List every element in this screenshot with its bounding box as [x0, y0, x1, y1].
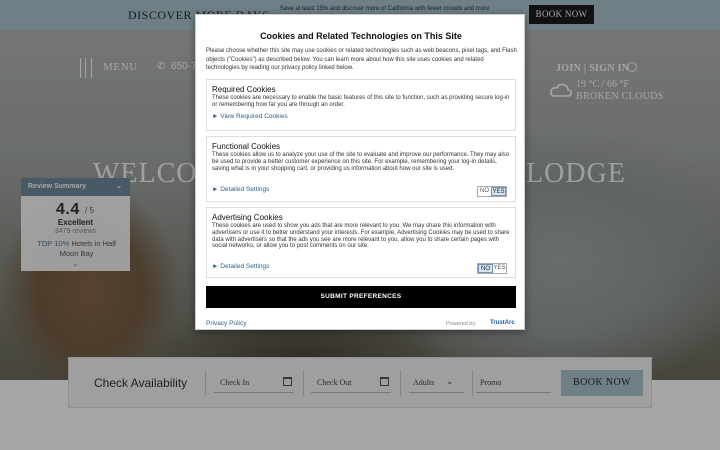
powered-by-label: Powered by:: [446, 321, 477, 327]
functional-cookies-toggle[interactable]: NO YES: [477, 186, 507, 197]
panel-title: Advertising Cookies: [212, 213, 283, 222]
advertising-cookies-panel: Advertising Cookies These cookies are us…: [206, 207, 516, 278]
panel-title: Functional Cookies: [212, 142, 281, 151]
panel-description: These cookies are necessary to enable th…: [212, 95, 510, 108]
toggle-no[interactable]: NO: [478, 187, 491, 196]
cookie-dialog: Cookies and Related Technologies on This…: [195, 14, 525, 330]
advertising-detailed-settings-link[interactable]: ► Detailed Settings: [212, 263, 269, 270]
advertising-cookies-toggle[interactable]: NO YES: [477, 263, 507, 274]
submit-preferences-button[interactable]: SUBMIT PREFERENCES: [206, 286, 516, 308]
functional-detailed-settings-link[interactable]: ► Detailed Settings: [212, 186, 269, 193]
panel-description: These cookies allow us to analyze your u…: [212, 152, 510, 172]
panel-title: Required Cookies: [212, 85, 276, 94]
required-cookies-panel: Required Cookies These cookies are neces…: [206, 79, 516, 131]
toggle-yes[interactable]: YES: [493, 264, 506, 273]
dialog-title: Cookies and Related Technologies on This…: [260, 31, 462, 41]
trustarc-logo[interactable]: TrustArc: [490, 320, 515, 326]
toggle-no[interactable]: NO: [478, 264, 493, 273]
panel-description: These cookies are used to show you ads t…: [212, 223, 510, 250]
toggle-yes[interactable]: YES: [491, 187, 506, 196]
view-required-cookies-link[interactable]: ► View Required Cookies: [212, 113, 288, 120]
privacy-policy-link[interactable]: Privacy Policy: [206, 320, 246, 327]
functional-cookies-panel: Functional Cookies These cookies allow u…: [206, 136, 516, 202]
dialog-intro: Please choose whether this site may use …: [206, 48, 517, 71]
